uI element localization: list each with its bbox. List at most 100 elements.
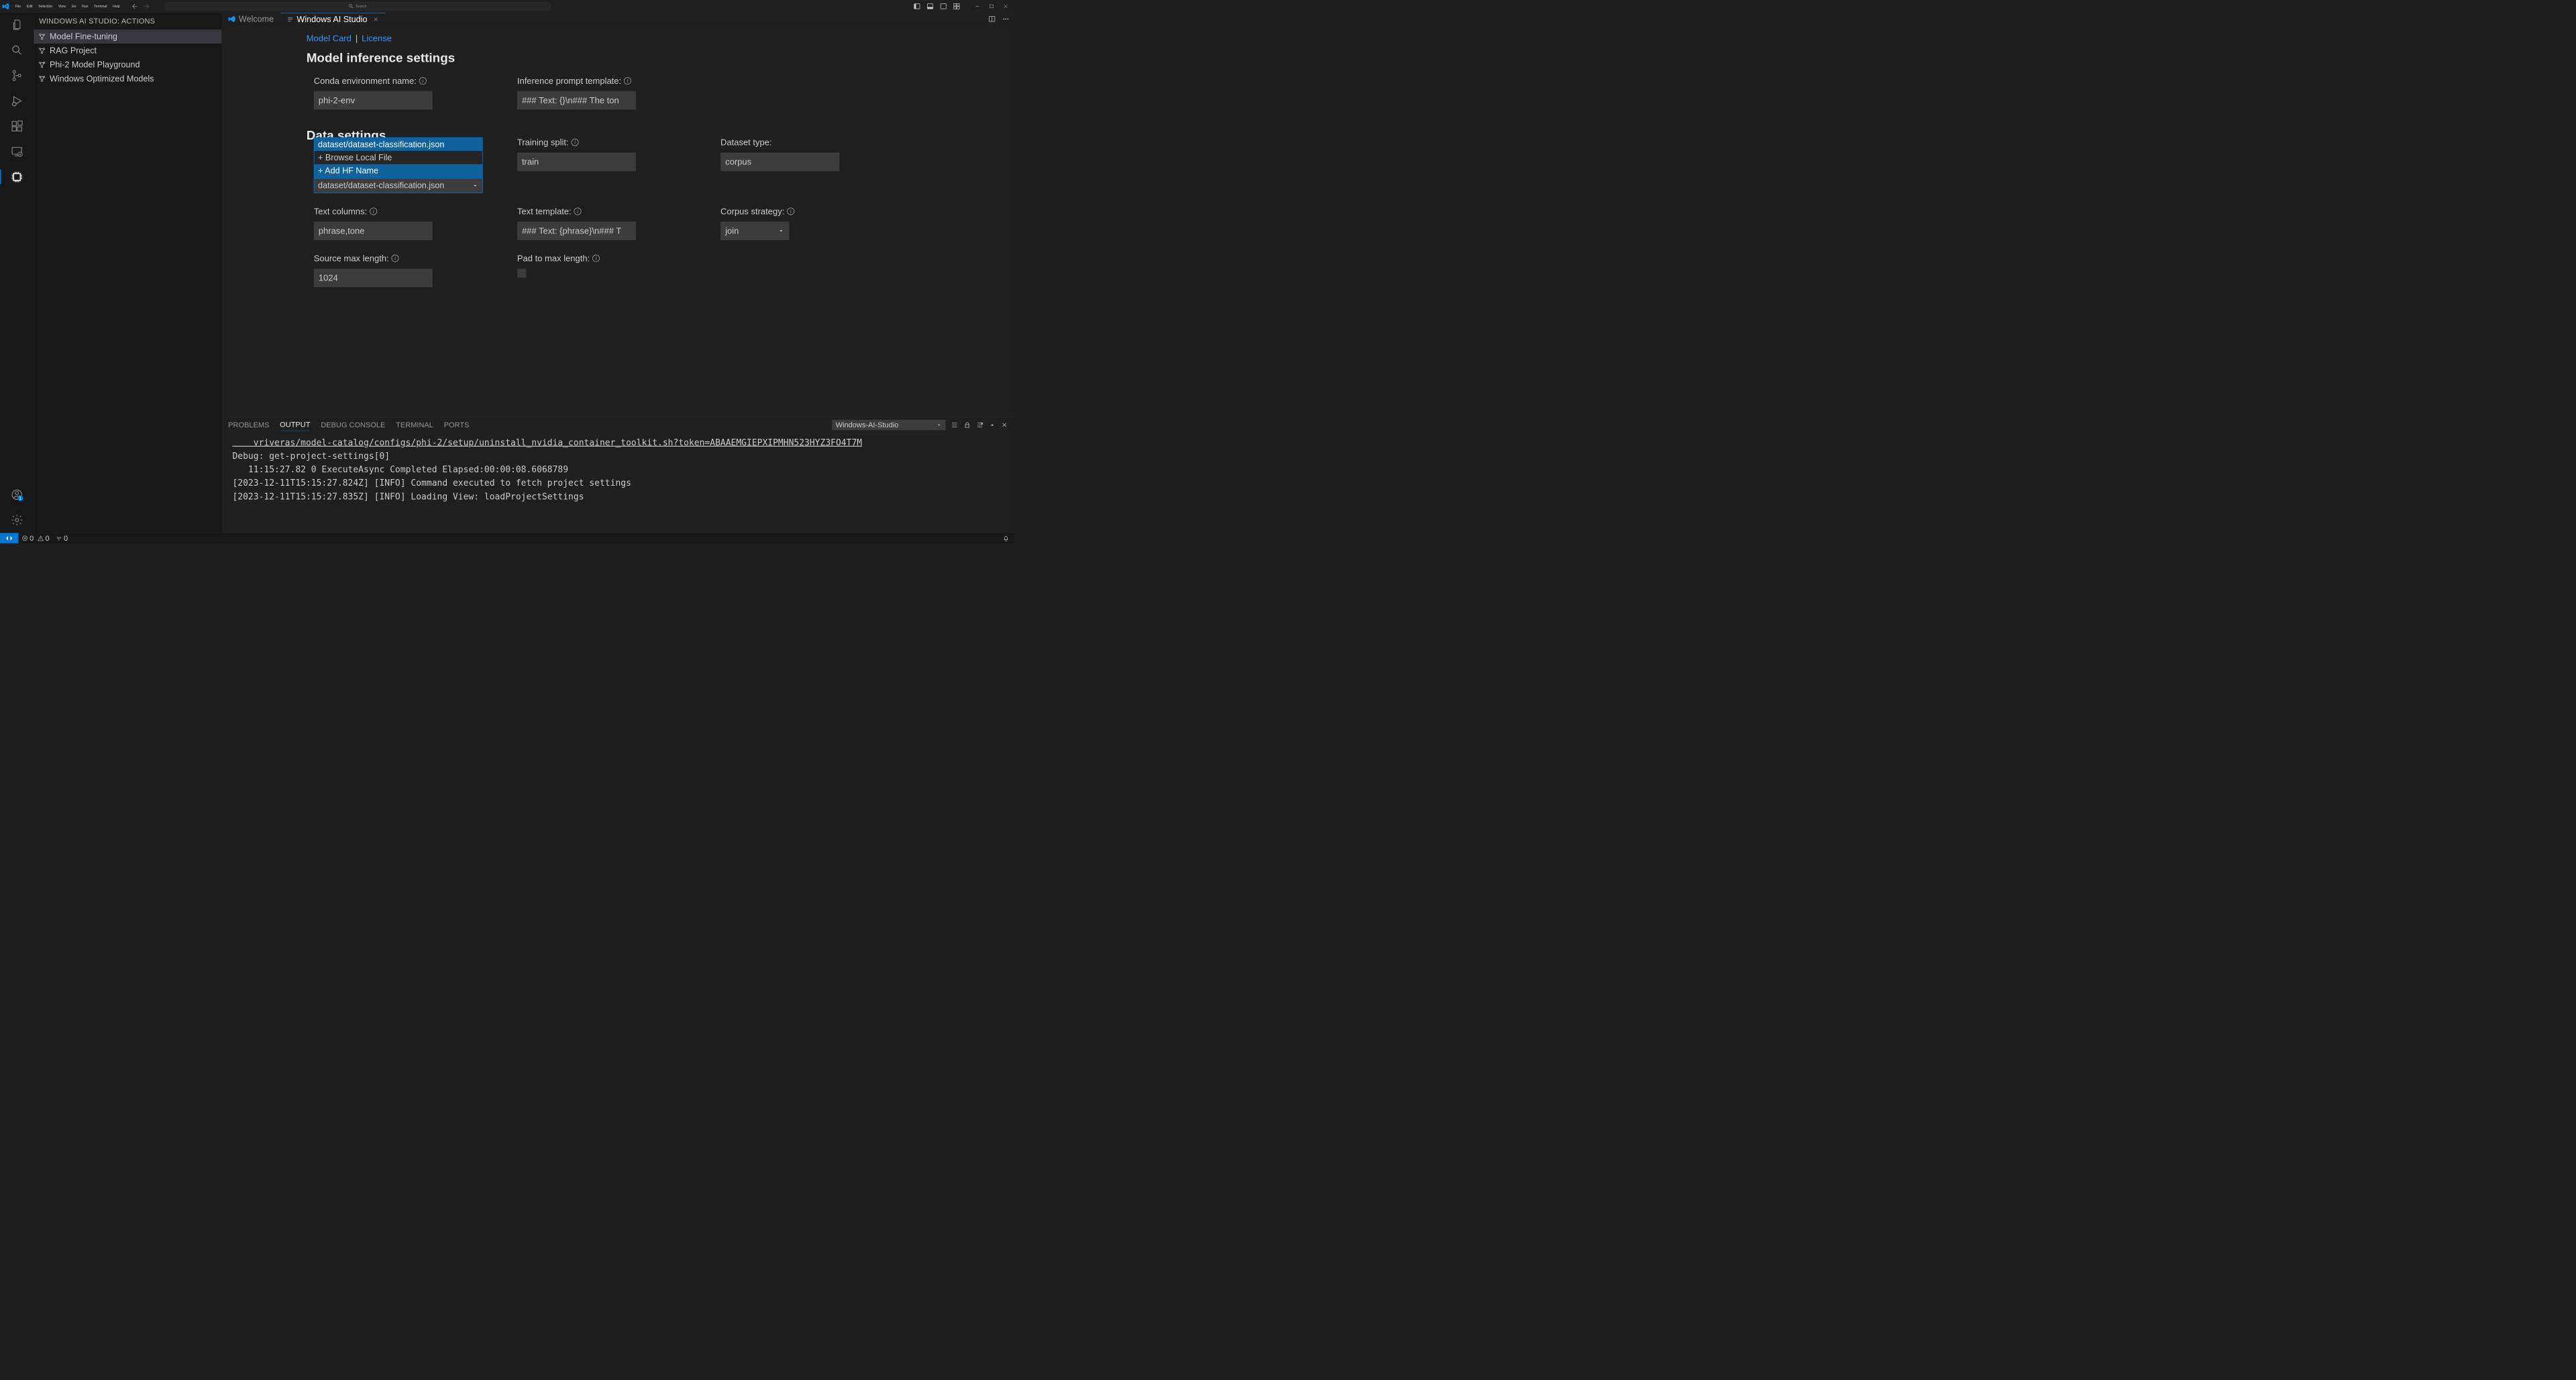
corpus-strategy-field: Corpus strategy:i join bbox=[720, 206, 924, 240]
panel-tab-terminal[interactable]: TERMINAL bbox=[396, 419, 433, 431]
corpus-strategy-select[interactable]: join bbox=[720, 221, 789, 240]
customize-layout-icon[interactable] bbox=[953, 3, 960, 10]
source-max-length-input[interactable] bbox=[314, 268, 433, 287]
info-icon[interactable]: i bbox=[787, 207, 794, 215]
dataset-type-input[interactable] bbox=[720, 153, 839, 172]
sidebar-item-rag-project[interactable]: RAG Project bbox=[34, 44, 221, 58]
source-control-icon[interactable] bbox=[9, 68, 24, 83]
nav-back-icon[interactable] bbox=[131, 3, 138, 10]
sidebar-item-windows-optimized[interactable]: Windows Optimized Models bbox=[34, 72, 221, 86]
tab-welcome[interactable]: Welcome bbox=[222, 13, 280, 25]
menu-selection[interactable]: Selection bbox=[36, 3, 55, 9]
explorer-icon[interactable] bbox=[9, 17, 24, 32]
menu-file[interactable]: File bbox=[13, 3, 23, 9]
menu-go[interactable]: Go bbox=[69, 3, 79, 9]
info-icon[interactable]: i bbox=[574, 207, 582, 215]
sidebar-item-model-fine-tuning[interactable]: Model Fine-tuning bbox=[34, 30, 221, 44]
editor-content: Model Card | License Model inference set… bbox=[222, 25, 1014, 417]
warning-icon bbox=[38, 535, 44, 541]
inference-prompt-field: Inference prompt template:i bbox=[517, 76, 720, 109]
panel-tab-debug[interactable]: DEBUG CONSOLE bbox=[321, 419, 385, 431]
dataset-option-browse[interactable]: + Browse Local File bbox=[315, 151, 482, 164]
info-icon[interactable]: i bbox=[419, 77, 427, 85]
output-channel-select[interactable]: Windows-AI-Studio bbox=[832, 419, 945, 430]
windows-ai-studio-icon[interactable] bbox=[9, 170, 24, 184]
panel-tab-problems[interactable]: PROBLEMS bbox=[228, 419, 269, 431]
corpus-strategy-label: Corpus strategy: bbox=[720, 206, 784, 216]
training-split-input[interactable] bbox=[517, 153, 636, 172]
panel-close-icon[interactable] bbox=[1001, 421, 1008, 428]
menu-help[interactable]: Help bbox=[110, 3, 122, 9]
dataset-select[interactable]: dataset/dataset-classification.json bbox=[314, 178, 483, 193]
search-placeholder: Search bbox=[356, 4, 366, 8]
status-ports[interactable]: 0 bbox=[52, 534, 70, 543]
sidebar: WINDOWS AI STUDIO: ACTIONS Model Fine-tu… bbox=[34, 13, 221, 533]
layout-panel-icon[interactable] bbox=[926, 3, 934, 10]
info-icon[interactable]: i bbox=[624, 77, 631, 85]
sidebar-item-phi2-playground[interactable]: Phi-2 Model Playground bbox=[34, 58, 221, 72]
lock-scroll-icon[interactable] bbox=[963, 421, 971, 429]
output-line: Debug: get-project-settings[0] bbox=[232, 451, 390, 461]
vscode-logo-icon bbox=[2, 3, 9, 10]
panel-tab-ports[interactable]: PORTS bbox=[444, 419, 470, 431]
status-notifications[interactable] bbox=[1000, 535, 1014, 541]
dataset-option-file[interactable]: dataset/dataset-classification.json bbox=[315, 138, 482, 152]
settings-gear-icon[interactable] bbox=[9, 513, 24, 527]
info-icon[interactable]: i bbox=[370, 207, 377, 215]
info-icon[interactable]: i bbox=[592, 255, 600, 262]
menu-view[interactable]: View bbox=[56, 3, 68, 9]
split-editor-icon[interactable] bbox=[988, 15, 996, 23]
window-close-icon[interactable] bbox=[1002, 3, 1008, 9]
more-actions-icon[interactable] bbox=[1002, 15, 1010, 23]
nav-forward-icon[interactable] bbox=[143, 3, 150, 10]
info-icon[interactable]: i bbox=[392, 255, 399, 262]
sidebar-title: WINDOWS AI STUDIO: ACTIONS bbox=[34, 13, 221, 30]
model-card-link[interactable]: Model Card bbox=[307, 34, 352, 44]
remote-indicator[interactable] bbox=[0, 533, 19, 543]
tree-item-icon bbox=[38, 33, 46, 41]
output-log[interactable]: vriveras/model-catalog/configs/phi-2/set… bbox=[222, 433, 1014, 533]
chevron-down-icon bbox=[777, 227, 784, 234]
menu-terminal[interactable]: Terminal bbox=[91, 3, 109, 9]
run-debug-icon[interactable] bbox=[9, 93, 24, 108]
sidebar-item-label: Phi-2 Model Playground bbox=[50, 60, 140, 70]
remote-explorer-icon[interactable] bbox=[9, 144, 24, 159]
sidebar-item-label: Windows Optimized Models bbox=[50, 74, 154, 84]
corpus-strategy-value: join bbox=[725, 226, 739, 236]
dataset-type-field: Dataset type: bbox=[720, 138, 924, 193]
text-template-input[interactable] bbox=[517, 221, 636, 240]
conda-env-field: Conda environment name:i bbox=[314, 76, 517, 109]
status-problems[interactable]: 0 0 bbox=[19, 534, 53, 543]
text-columns-field: Text columns:i bbox=[314, 206, 517, 240]
accounts-icon[interactable]: 1 bbox=[9, 487, 24, 502]
pad-max-length-checkbox[interactable] bbox=[517, 268, 526, 277]
menu-run[interactable]: Run bbox=[79, 3, 91, 9]
window-minimize-icon[interactable] bbox=[974, 3, 980, 9]
output-line: 11:15:27.82 0 ExecuteAsync Completed Ela… bbox=[232, 464, 568, 474]
extensions-icon[interactable] bbox=[9, 119, 24, 134]
conda-env-input[interactable] bbox=[314, 91, 433, 110]
layout-sidebar-right-icon[interactable] bbox=[940, 3, 947, 10]
layout-sidebar-left-icon[interactable] bbox=[913, 3, 920, 10]
chevron-up-icon[interactable] bbox=[989, 421, 996, 428]
tree-item-icon bbox=[38, 46, 46, 54]
menu-edit[interactable]: Edit bbox=[24, 3, 36, 9]
editor-tabs: Welcome Windows AI Studio bbox=[222, 13, 1014, 25]
tab-close-icon[interactable] bbox=[372, 16, 378, 22]
panel-tab-output[interactable]: OUTPUT bbox=[280, 419, 310, 431]
window-maximize-icon[interactable] bbox=[988, 3, 994, 9]
search-icon[interactable] bbox=[9, 43, 24, 58]
inference-prompt-input[interactable] bbox=[517, 91, 636, 110]
source-max-length-label: Source max length: bbox=[314, 254, 389, 264]
clear-output-icon[interactable] bbox=[976, 421, 983, 429]
dataset-option-hf[interactable]: + Add HF Name bbox=[315, 164, 482, 178]
output-line: [2023-12-11T15:15:27.835Z] [INFO] Loadin… bbox=[232, 491, 584, 501]
license-link[interactable]: License bbox=[362, 34, 392, 44]
filter-list-icon[interactable] bbox=[951, 421, 958, 429]
ports-count: 0 bbox=[64, 534, 68, 543]
text-columns-input[interactable] bbox=[314, 221, 433, 240]
bottom-panel: PROBLEMS OUTPUT DEBUG CONSOLE TERMINAL P… bbox=[222, 417, 1014, 533]
tab-windows-ai-studio[interactable]: Windows AI Studio bbox=[280, 13, 386, 25]
text-columns-label: Text columns: bbox=[314, 206, 367, 216]
command-center-search[interactable]: Search bbox=[165, 2, 551, 10]
